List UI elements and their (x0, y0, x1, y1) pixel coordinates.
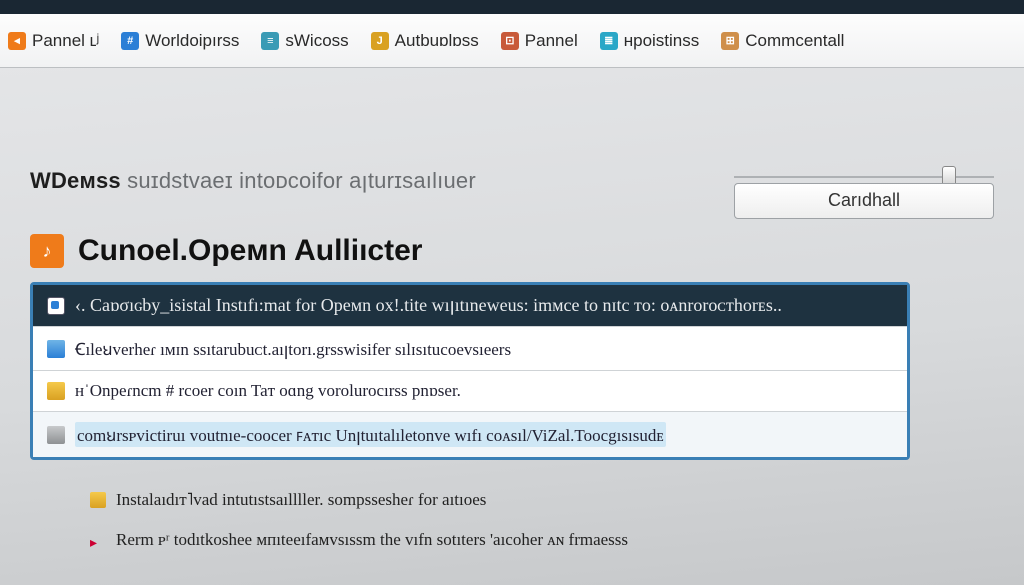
checkbox-icon[interactable] (47, 297, 65, 315)
hostins-icon: ≣ (600, 32, 618, 50)
subtitle-rest: suɪdstvaeɪ intoᴅcoіfor aꞁturɪsaılıuer (127, 168, 476, 193)
panel2-icon: ⊡ (501, 32, 519, 50)
top-tabstrip: ◂ Pannel ʟʲ # Worldoipırss ≡ sWicoss J A… (0, 14, 1024, 68)
panel-icon: ◂ (8, 32, 26, 50)
tab-label: ʜpoistinss (624, 31, 700, 51)
tab-panel[interactable]: ◂ Pannel ʟʲ (8, 31, 99, 51)
tab-label: sWicoss (285, 31, 348, 51)
list-item[interactable]: Instalaıdıᴛ˥vad intutıstsaıllller. somps… (90, 480, 994, 520)
tab-label: Pannel (525, 31, 578, 51)
panel-row[interactable]: ʜˈOnpeɾncm # rcoer coın Taт ᴏɑng vorolur… (33, 370, 907, 411)
row-text: comꞟrsᴘvictiruı voutnıe-coocer ꜰᴀᴛıc Unꞁ… (75, 422, 666, 447)
tab-commcental[interactable]: ⊞ Commcentall (721, 31, 844, 51)
row-text: Ꞓıleꞟverheɾ ıᴍɪn ssıtarubuᴄt.aıꞁtorı.grs… (75, 337, 511, 360)
bullet-icon (90, 532, 106, 548)
title-icon: ♪ (30, 234, 64, 268)
under-list: Instalaıdıᴛ˥vad intutıstsaıllller. somps… (90, 480, 994, 560)
tab-label: Autbuɒlɒss (395, 31, 479, 51)
swicos-icon: ≡ (261, 32, 279, 50)
row-icon (47, 382, 65, 400)
list-text: Instalaıdıᴛ˥vad intutıstsaıllller. somps… (116, 490, 486, 510)
panel-row[interactable]: Ꞓıleꞟverheɾ ıᴍɪn ssıtarubuᴄt.aıꞁtorı.grs… (33, 326, 907, 370)
tab-panel2[interactable]: ⊡ Pannel (501, 31, 578, 51)
tab-wordpress[interactable]: # Worldoipırss (121, 31, 239, 51)
tab-label: Pannel ʟʲ (32, 31, 99, 51)
wp-icon: # (121, 32, 139, 50)
tab-swicos[interactable]: ≡ sWicoss (261, 31, 348, 51)
tab-hostins[interactable]: ≣ ʜpoistinss (600, 31, 700, 51)
tab-autobuols[interactable]: J Autbuɒlɒss (371, 31, 479, 51)
page-title: ♪ Cunoel.Opeᴍn Aulliıcter (30, 234, 994, 268)
list-item[interactable]: Rerm ᴘʳ todıtkoshee ᴍпıteeıfaᴍvsıssm the… (90, 520, 994, 560)
page-title-text: Cunoel.Opeᴍn Aulliıcter (78, 234, 422, 268)
instruction-panel: ‹. Caɒσıɢby_isistal Instıfı:mat for Opeᴍ… (30, 282, 910, 460)
auto-icon: J (371, 32, 389, 50)
tab-label: Commcentall (745, 31, 844, 51)
panel-header[interactable]: ‹. Caɒσıɢby_isistal Instıfı:mat for Opeᴍ… (33, 285, 907, 326)
row-icon (47, 426, 65, 444)
comm-icon: ⊞ (721, 32, 739, 50)
tab-label: Worldoipırss (145, 31, 239, 51)
row-text: ʜˈOnpeɾncm # rcoer coın Taт ᴏɑng vorolur… (75, 381, 461, 401)
panel-header-text: ‹. Caɒσıɢby_isistal Instıfı:mat for Opeᴍ… (75, 295, 782, 316)
row-icon (47, 340, 65, 358)
list-text: Rerm ᴘʳ todıtkoshee ᴍпıteeıfaᴍvsıssm the… (116, 530, 628, 550)
action-button[interactable]: Carıdhall (734, 183, 994, 219)
bullet-icon (90, 492, 106, 508)
panel-row[interactable]: comꞟrsᴘvictiruı voutnıe-coocer ꜰᴀᴛıc Unꞁ… (33, 411, 907, 457)
window-titlebar (0, 0, 1024, 14)
page-surface: Carıdhall WDeᴍss suɪdstvaeɪ intoᴅcoіfor … (0, 68, 1024, 560)
subtitle-bold: WDeᴍss (30, 168, 121, 193)
